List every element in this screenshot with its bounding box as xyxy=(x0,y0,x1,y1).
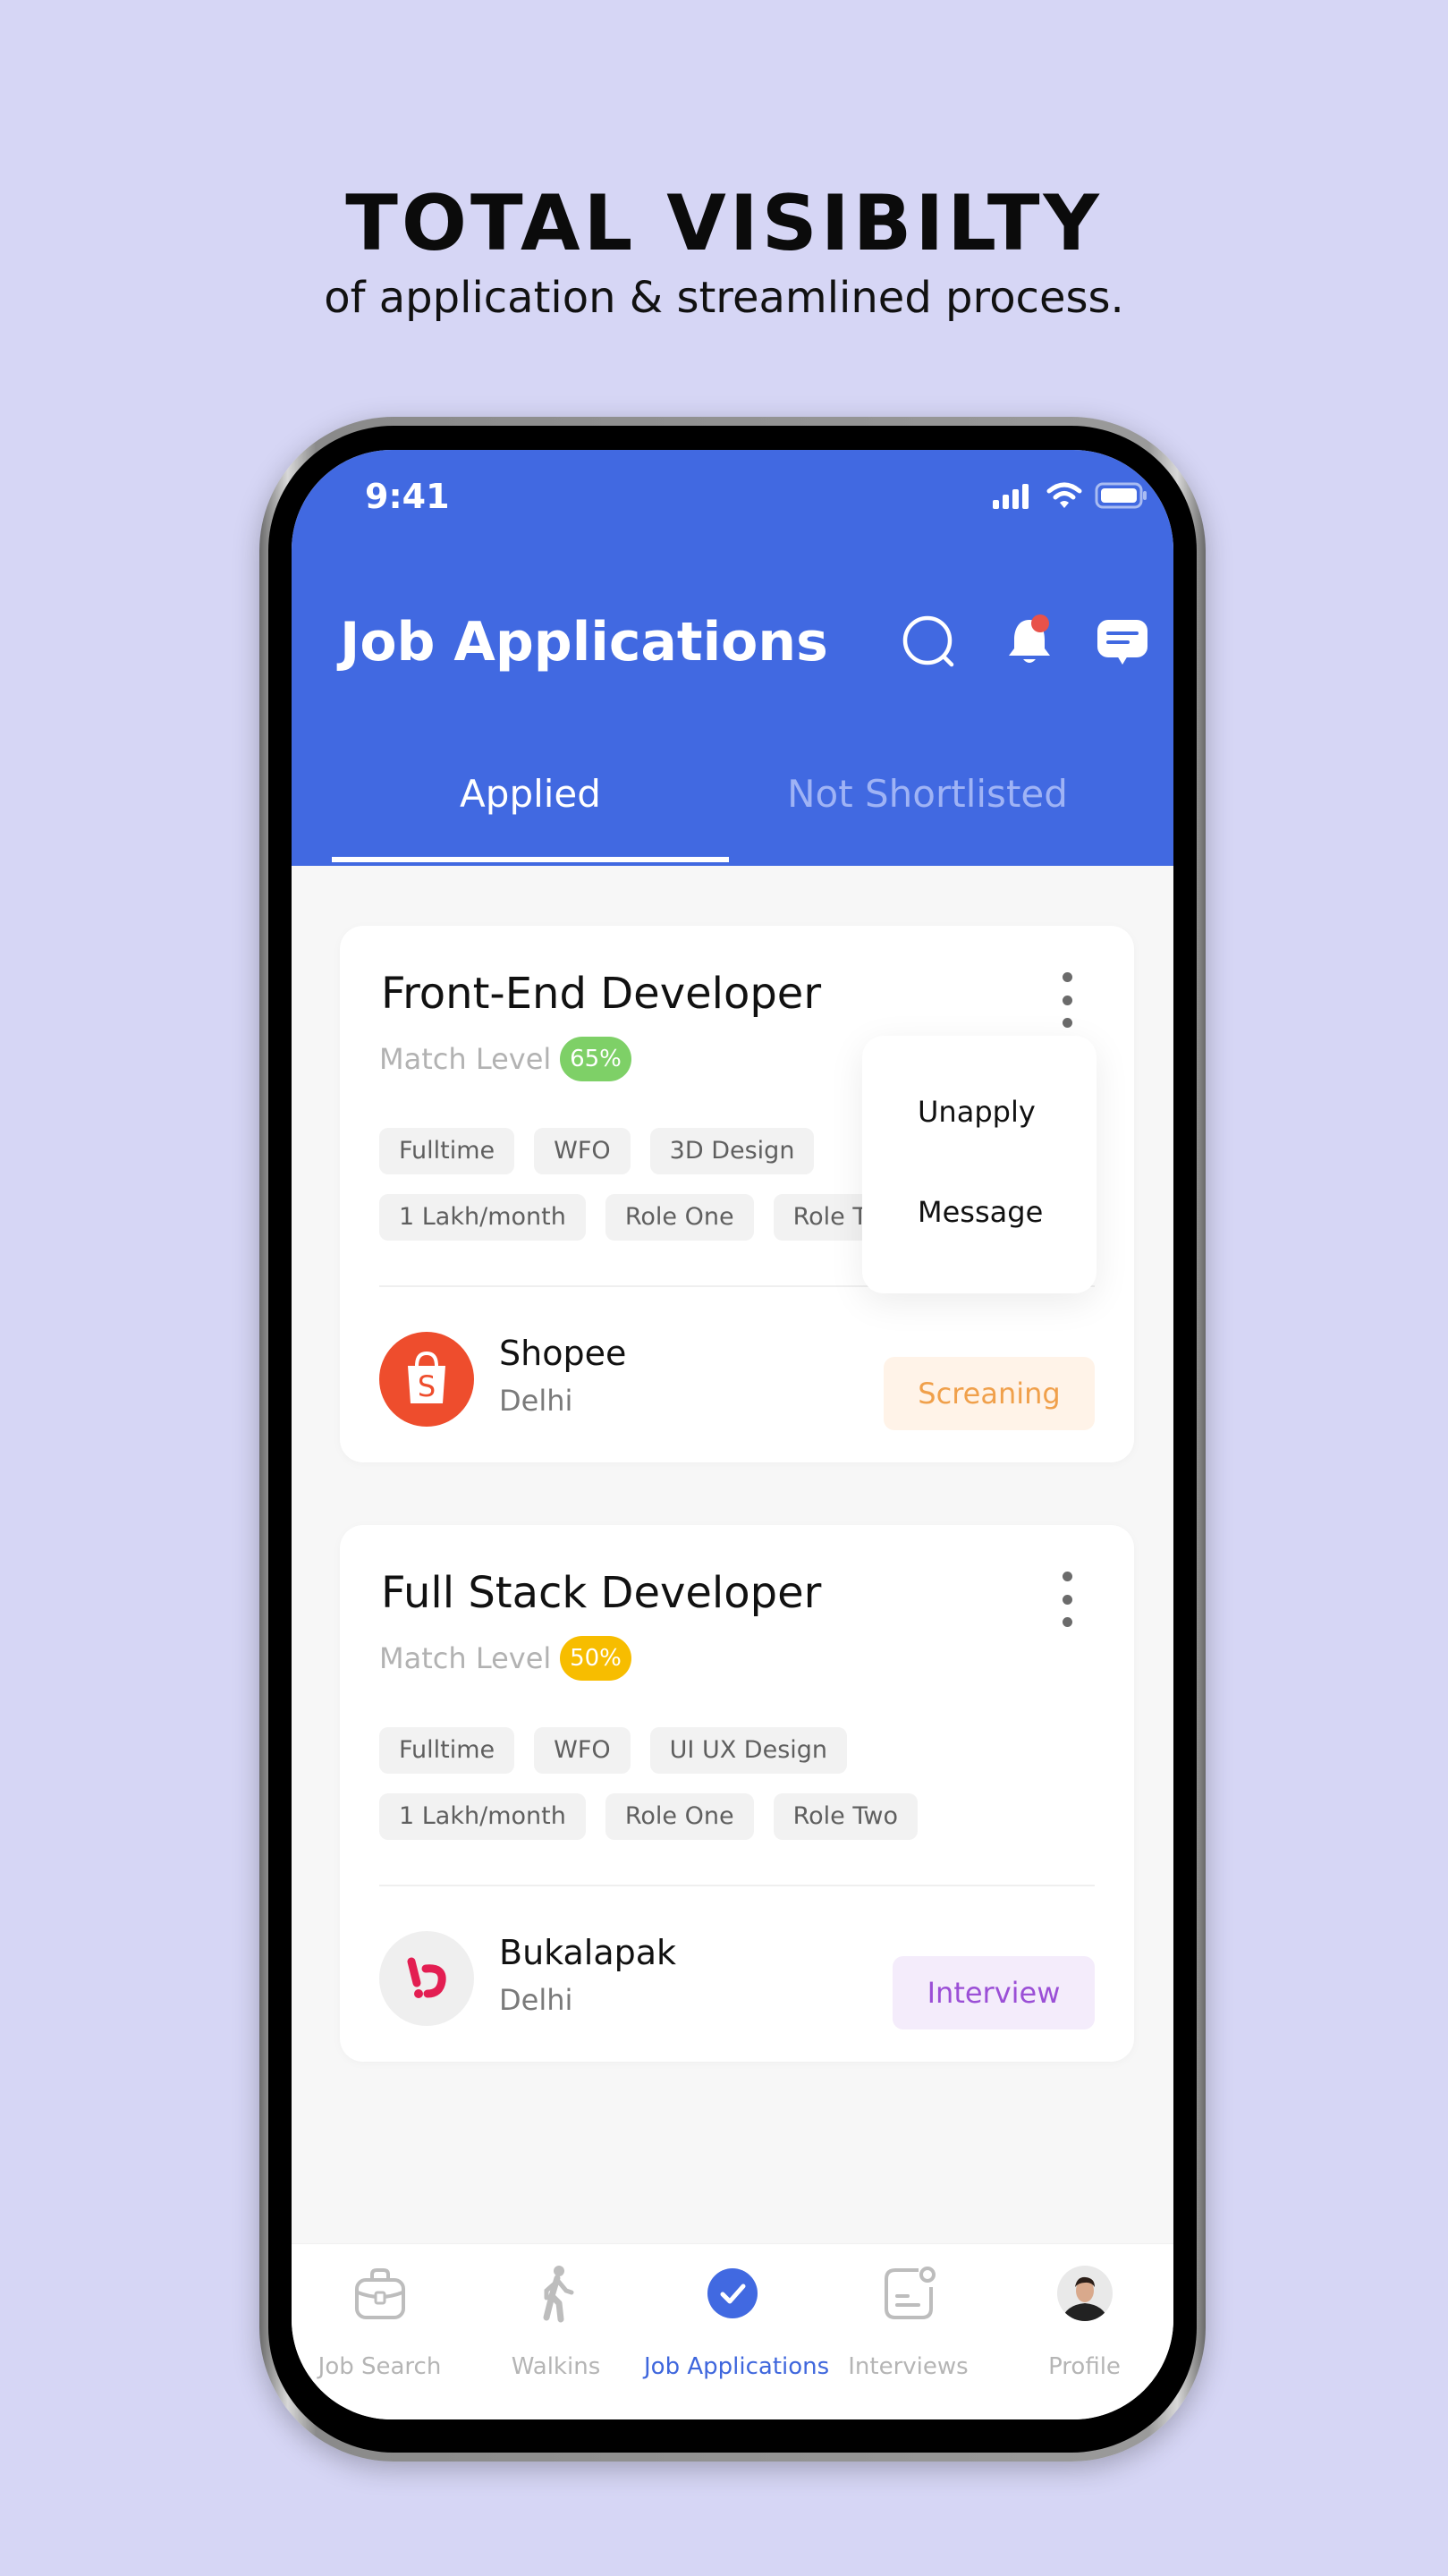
search-button[interactable] xyxy=(900,611,962,674)
tag-chip: Role One xyxy=(605,1194,754,1241)
menu-item-unapply[interactable]: Unapply xyxy=(918,1095,1036,1129)
wifi-icon xyxy=(1046,482,1082,508)
avatar xyxy=(1056,2266,1113,2321)
tags-row: 1 Lakh/month Role One Role Two xyxy=(379,1793,918,1840)
kebab-dot xyxy=(1062,1617,1072,1627)
application-status[interactable]: Screaning xyxy=(884,1357,1095,1430)
job-card[interactable]: Full Stack Developer Match Level 50% Ful… xyxy=(340,1525,1134,2062)
kebab-dot xyxy=(1062,1572,1072,1581)
options-menu: Unapply Message xyxy=(862,1036,1097,1293)
notifications-button[interactable] xyxy=(998,611,1061,674)
bottom-navigation: Job Search Walkins Job Applications Inte… xyxy=(292,2243,1173,2419)
nav-interviews[interactable]: Interviews xyxy=(820,2244,996,2419)
tag-chip: 1 Lakh/month xyxy=(379,1793,586,1840)
battery-icon xyxy=(1095,482,1147,509)
more-options-button[interactable] xyxy=(1054,969,1080,1031)
tag-chip: Fulltime xyxy=(379,1128,515,1174)
kebab-dot xyxy=(1062,1594,1072,1605)
application-status[interactable]: Interview xyxy=(893,1956,1095,2029)
walking-icon xyxy=(543,2266,573,2323)
match-level-badge: 50% xyxy=(560,1636,631,1681)
chat-icon xyxy=(1097,620,1147,665)
tab-not-shortlisted[interactable]: Not Shortlisted xyxy=(729,772,1126,816)
messages-button[interactable] xyxy=(1092,611,1155,674)
nav-walkins[interactable]: Walkins xyxy=(468,2244,644,2419)
kebab-dot xyxy=(1062,1018,1072,1028)
match-level-badge: 65% xyxy=(560,1037,631,1081)
nav-profile[interactable]: Profile xyxy=(996,2244,1173,2419)
nav-label: Interviews xyxy=(848,2353,969,2380)
tag-chip: Fulltime xyxy=(379,1727,515,1774)
tags-row: Fulltime WFO UI UX Design xyxy=(379,1727,848,1774)
app-header: 9:41 Job Applications Applied Not Shortl… xyxy=(292,450,1173,866)
notification-dot xyxy=(1031,614,1049,632)
nav-label: Job Applications xyxy=(644,2353,830,2380)
active-tab-indicator xyxy=(332,857,729,862)
bell-icon xyxy=(1009,614,1050,663)
page-title: Job Applications xyxy=(340,611,828,674)
company-name: Bukalapak xyxy=(499,1933,677,1972)
more-options-button[interactable] xyxy=(1054,1568,1080,1631)
bukalapak-icon xyxy=(407,1957,446,1998)
bukalapak-logo xyxy=(379,1931,474,2026)
promo-subline: of application & streamlined process. xyxy=(324,273,1124,323)
nav-job-search[interactable]: Job Search xyxy=(292,2244,468,2419)
company-city: Delhi xyxy=(499,1983,573,2017)
nav-label: Profile xyxy=(1048,2353,1121,2380)
status-icons xyxy=(991,482,1148,509)
card-divider xyxy=(379,1885,1095,1886)
tag-chip: Role One xyxy=(605,1793,754,1840)
job-title: Front-End Developer xyxy=(381,969,822,1019)
company-city: Delhi xyxy=(499,1384,573,1418)
tag-chip: Role Two xyxy=(773,1793,918,1840)
interviews-icon xyxy=(884,2267,936,2319)
briefcase-icon xyxy=(354,2268,405,2319)
promo-headline: TOTAL VISIBILTY xyxy=(345,179,1103,268)
phone-screen: 9:41 Job Applications Applied Not Shortl… xyxy=(292,450,1173,2419)
signal-icon xyxy=(993,484,1029,509)
tag-chip: UI UX Design xyxy=(649,1727,848,1774)
search-icon xyxy=(902,615,954,667)
nav-label: Job Search xyxy=(318,2353,442,2380)
status-time: 9:41 xyxy=(365,477,450,516)
tags-row: Fulltime WFO 3D Design xyxy=(379,1128,815,1174)
job-title: Full Stack Developer xyxy=(381,1568,822,1618)
svg-text:S: S xyxy=(418,1369,436,1403)
menu-item-message[interactable]: Message xyxy=(918,1195,1043,1229)
kebab-dot xyxy=(1062,972,1072,982)
shopee-logo: S xyxy=(379,1332,474,1427)
check-circle-icon xyxy=(707,2268,758,2318)
nav-job-applications[interactable]: Job Applications xyxy=(644,2244,830,2419)
tag-chip: WFO xyxy=(534,1128,631,1174)
match-level-label: Match Level xyxy=(379,1641,552,1675)
tag-chip: 3D Design xyxy=(649,1128,815,1174)
tab-applied[interactable]: Applied xyxy=(332,772,729,816)
tag-chip: 1 Lakh/month xyxy=(379,1194,586,1241)
tags-row: 1 Lakh/month Role One Role Two xyxy=(379,1194,918,1241)
kebab-dot xyxy=(1062,995,1072,1005)
nav-label: Walkins xyxy=(511,2353,601,2380)
shopping-bag-icon: S xyxy=(408,1351,445,1403)
match-level-label: Match Level xyxy=(379,1042,552,1076)
company-name: Shopee xyxy=(499,1334,627,1373)
tag-chip: WFO xyxy=(534,1727,631,1774)
